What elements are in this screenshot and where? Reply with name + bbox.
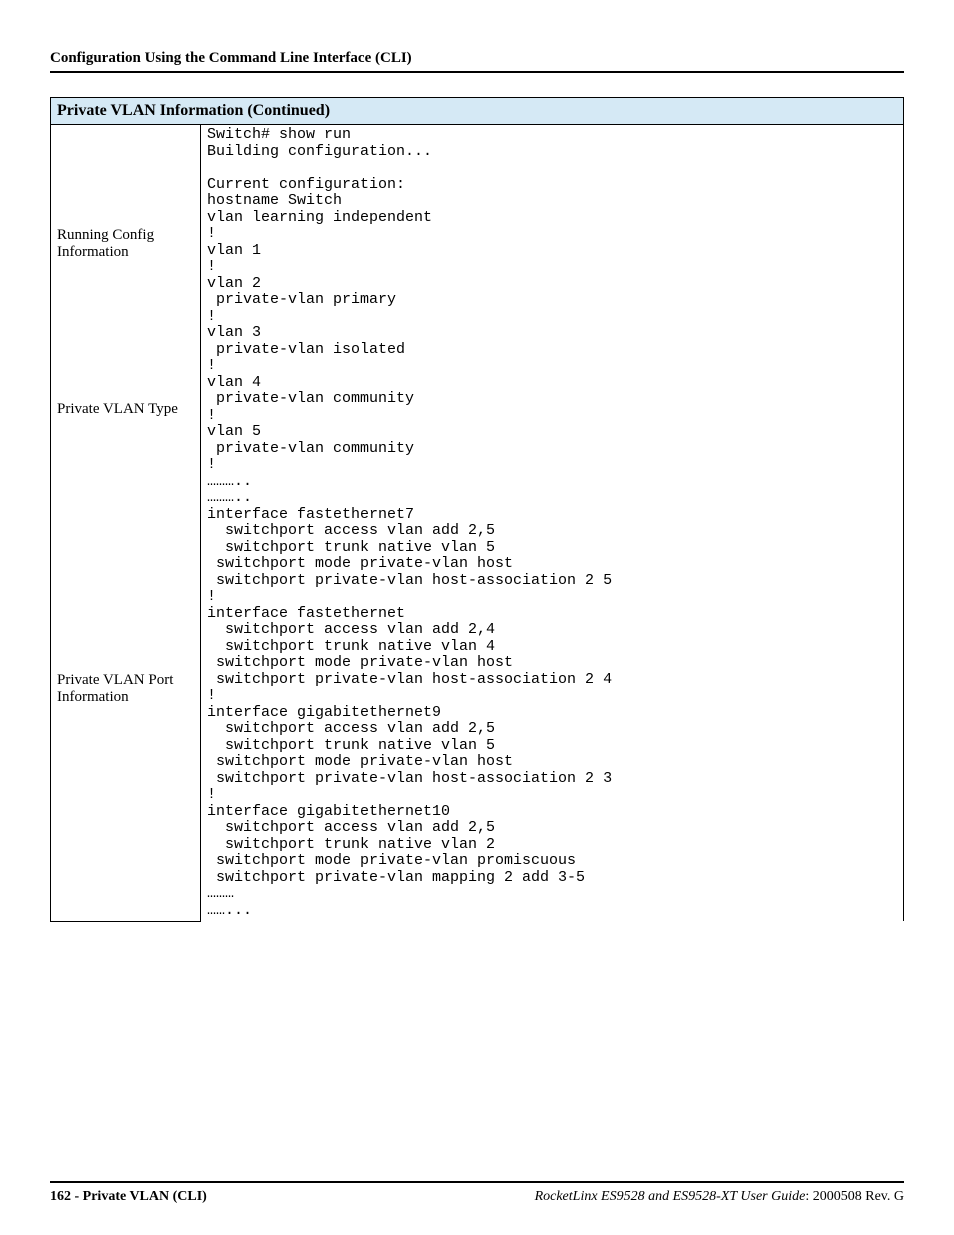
content-area: Private VLAN Information (Continued) Run… — [50, 97, 904, 1181]
table-title: Private VLAN Information (Continued) — [51, 98, 904, 125]
vlan-info-table: Private VLAN Information (Continued) Run… — [50, 97, 904, 922]
row-code-combined: Switch# show run Building configuration.… — [201, 125, 904, 922]
row-label-vlan-type: Private VLAN Type — [51, 363, 201, 457]
footer-page-label: 162 - Private VLAN (CLI) — [50, 1189, 207, 1205]
page-header: Configuration Using the Command Line Int… — [50, 50, 904, 73]
code-seg-2: interface fastethernet7 switchport acces… — [207, 506, 612, 919]
code-seg-0: Switch# show run Building configuration.… — [207, 126, 432, 424]
footer-revision: : 2000508 Rev. G — [805, 1189, 904, 1204]
code-seg-1: vlan 5 private-vlan community ! ……….. ……… — [207, 423, 414, 506]
row-label-running-config: Running Config Information — [51, 125, 201, 363]
page-footer: 162 - Private VLAN (CLI) RocketLinx ES95… — [50, 1181, 904, 1205]
footer-guide: RocketLinx ES9528 and ES9528-XT User Gui… — [535, 1189, 904, 1205]
footer-guide-title: RocketLinx ES9528 and ES9528-XT User Gui… — [535, 1189, 806, 1204]
row-label-vlan-port: Private VLAN Port Information — [51, 457, 201, 922]
